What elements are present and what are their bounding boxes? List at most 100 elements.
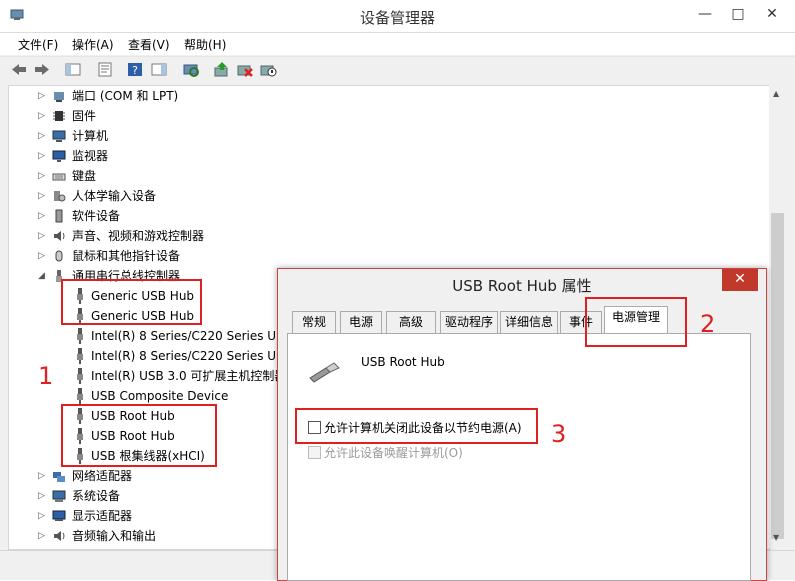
usb-plug-icon — [77, 328, 83, 344]
maximize-button[interactable]: □ — [723, 0, 753, 28]
software-device-icon — [55, 209, 63, 223]
menu-file[interactable]: 文件(F) — [18, 36, 58, 53]
port-icon — [54, 92, 64, 102]
back-icon[interactable] — [10, 61, 28, 78]
scroll-up-icon[interactable]: ▲ — [773, 89, 779, 98]
tree-item-label: 音频输入和输出 — [72, 529, 157, 543]
tab-advanced[interactable]: 高级 — [386, 311, 436, 334]
tree-item-label: 系统设备 — [72, 489, 121, 503]
tree-item-label: USB Composite Device — [91, 389, 229, 403]
expand-arrow-icon[interactable]: ▷ — [37, 86, 46, 106]
update-driver-icon[interactable] — [213, 61, 231, 78]
tree-item-label: Intel(R) USB 3.0 可扩展主机控制器 — [91, 369, 287, 383]
svg-text:?: ? — [132, 64, 138, 77]
device-name: USB Root Hub — [361, 355, 445, 369]
tree-item-label: 监视器 — [72, 149, 109, 163]
system-icon — [52, 490, 66, 502]
tree-item-label: Intel(R) 8 Series/C220 Series US — [91, 349, 284, 363]
menu-action[interactable]: 操作(A) — [72, 36, 114, 53]
device-manager-window: 设备管理器 — □ ✕ 文件(F) 操作(A) 查看(V) 帮助(H) ? ▷ 端… — [0, 0, 795, 581]
callout-3: 3 — [551, 420, 567, 448]
tree-item-label: 固件 — [72, 109, 97, 123]
tab-power[interactable]: 电源 — [340, 311, 382, 334]
tree-item-label: 人体学输入设备 — [72, 189, 157, 203]
forward-icon[interactable] — [33, 61, 51, 78]
menu-help[interactable]: 帮助(H) — [184, 36, 226, 53]
tree-item[interactable]: ▷ 端口 (COM 和 LPT) — [9, 86, 769, 106]
usb-plug-icon — [77, 368, 83, 384]
dialog-title-bar: USB Root Hub 属性 ✕ — [278, 269, 766, 299]
collapse-arrow-icon[interactable]: ◢ — [37, 266, 46, 286]
tree-item-label: 端口 (COM 和 LPT) — [72, 89, 179, 103]
uninstall-device-icon[interactable] — [236, 61, 254, 78]
expand-arrow-icon[interactable]: ▷ — [37, 506, 46, 526]
tree-item[interactable]: ▷ 软件设备 — [9, 206, 769, 226]
highlight-generic-usb-hub — [61, 279, 202, 325]
expand-arrow-icon[interactable]: ▷ — [37, 246, 46, 266]
expand-arrow-icon[interactable]: ▷ — [37, 486, 46, 506]
dialog-title: USB Root Hub 属性 — [452, 277, 592, 295]
computer-icon — [52, 130, 66, 142]
tree-item-label: 计算机 — [72, 129, 109, 143]
tree-item[interactable]: ▷ 计算机 — [9, 126, 769, 146]
dialog-close-button[interactable]: ✕ — [722, 269, 758, 291]
expand-arrow-icon[interactable]: ▷ — [37, 146, 46, 166]
tree-item-label: Intel(R) 8 Series/C220 Series US — [91, 329, 284, 343]
expand-arrow-icon[interactable]: ▷ — [37, 106, 46, 126]
tree-item[interactable]: ▷ 鼠标和其他指针设备 — [9, 246, 769, 266]
tree-item[interactable]: ▷ 键盘 — [9, 166, 769, 186]
tree-item-label: 显示适配器 — [72, 509, 133, 523]
tree-item[interactable]: ▷ 监视器 — [9, 146, 769, 166]
scroll-down-icon[interactable]: ▼ — [773, 533, 779, 542]
tree-item[interactable]: ▷ 声音、视频和游戏控制器 — [9, 226, 769, 246]
scan-hardware-icon[interactable] — [182, 61, 200, 78]
expand-arrow-icon[interactable]: ▷ — [37, 186, 46, 206]
audio-icon — [54, 531, 65, 541]
tree-item[interactable]: ▷ 固件 — [9, 106, 769, 126]
action-pane-icon[interactable] — [150, 61, 168, 78]
highlight-allow-turn-off-option — [295, 408, 538, 444]
hid-icon — [54, 191, 66, 202]
usb-device-icon — [309, 362, 340, 383]
tree-item-label: 键盘 — [72, 169, 97, 183]
usb-plug-icon — [77, 388, 83, 404]
minimize-button[interactable]: — — [690, 0, 720, 28]
highlight-power-management-tab — [585, 297, 687, 347]
mouse-icon — [55, 250, 63, 262]
scroll-thumb[interactable] — [771, 213, 784, 539]
expand-arrow-icon[interactable]: ▷ — [37, 166, 46, 186]
expand-arrow-icon[interactable]: ▷ — [37, 206, 46, 226]
callout-1: 1 — [38, 362, 54, 390]
display-icon — [52, 510, 66, 521]
window-title: 设备管理器 — [359, 9, 435, 27]
toolbar: ? — [0, 56, 795, 83]
title-bar: 设备管理器 — □ ✕ — [0, 0, 795, 33]
expand-arrow-icon[interactable]: ▷ — [37, 226, 46, 246]
tab-driver[interactable]: 驱动程序 — [440, 311, 498, 334]
tab-details[interactable]: 详细信息 — [500, 311, 558, 334]
expand-arrow-icon[interactable]: ▷ — [37, 126, 46, 146]
menu-bar: 文件(F) 操作(A) 查看(V) 帮助(H) — [0, 33, 795, 55]
keyboard-icon — [52, 173, 66, 181]
expand-arrow-icon[interactable]: ▷ — [37, 526, 46, 546]
show-hide-tree-icon[interactable] — [64, 61, 82, 78]
allow-wake-checkbox — [308, 446, 321, 459]
tree-item[interactable]: ▷ 人体学输入设备 — [9, 186, 769, 206]
monitor-icon — [52, 150, 66, 162]
help-icon[interactable]: ? — [126, 61, 144, 78]
properties-icon[interactable] — [96, 61, 114, 78]
tab-general[interactable]: 常规 — [292, 311, 336, 334]
tree-item-label: 网络适配器 — [72, 469, 133, 483]
network-icon — [53, 472, 65, 482]
highlight-usb-root-hubs — [61, 404, 217, 467]
disable-device-icon[interactable] — [259, 61, 277, 78]
close-button[interactable]: ✕ — [757, 0, 787, 28]
tree-item-label: 鼠标和其他指针设备 — [72, 249, 181, 263]
firmware-icon — [53, 111, 65, 121]
tree-item-label: 声音、视频和游戏控制器 — [72, 229, 205, 243]
expand-arrow-icon[interactable]: ▷ — [37, 466, 46, 486]
menu-view[interactable]: 查看(V) — [128, 36, 170, 53]
vertical-scrollbar[interactable]: ▲ ▼ — [769, 85, 786, 548]
usb-plug-icon — [77, 348, 83, 364]
tree-item-label: 软件设备 — [72, 209, 121, 223]
